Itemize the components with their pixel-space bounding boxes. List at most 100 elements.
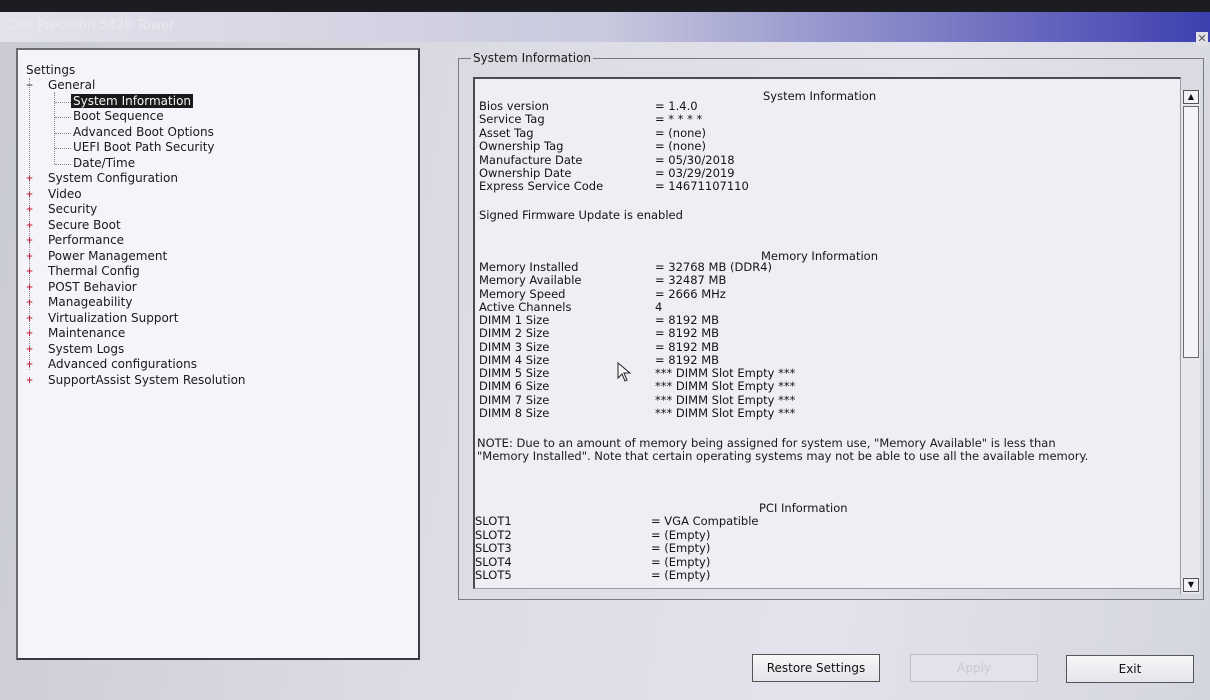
expand-icon[interactable]: + xyxy=(25,237,34,246)
expand-icon[interactable]: + xyxy=(25,330,34,339)
tree-item-security[interactable]: Security xyxy=(48,202,97,216)
tree-item-boot-sequence[interactable]: Boot Sequence xyxy=(73,109,164,123)
expand-icon[interactable]: + xyxy=(25,299,34,308)
pci-slot-label: SLOT2 xyxy=(475,527,512,542)
memory-label: DIMM 5 Size xyxy=(479,366,550,380)
expand-icon[interactable]: + xyxy=(25,315,34,324)
pci-slot-label: SLOT1 xyxy=(475,514,512,528)
memory-label: DIMM 1 Size xyxy=(479,313,550,327)
restore-settings-button[interactable]: Restore Settings xyxy=(752,654,880,682)
pci-slot-value: = (Empty) xyxy=(651,554,711,569)
title-bar: Dell Precision 5820 Tower xyxy=(0,12,1210,42)
memory-value: = 8192 MB xyxy=(655,352,720,367)
memory-label: Memory Installed xyxy=(479,260,579,274)
tree-item-advanced-configurations[interactable]: Advanced configurations xyxy=(48,357,197,371)
tree-item-thermal-config[interactable]: Thermal Config xyxy=(48,264,140,278)
close-icon[interactable]: ✕ xyxy=(1196,32,1208,46)
info-value: = 1.4.0 xyxy=(655,99,698,113)
memory-value: = 2666 MHz xyxy=(655,286,726,301)
scroll-up-icon[interactable]: ▲ xyxy=(1183,90,1199,104)
memory-value: 4 xyxy=(655,299,663,314)
tree-item-post-behavior[interactable]: POST Behavior xyxy=(48,280,137,294)
tree-item-general[interactable]: General xyxy=(48,78,95,92)
expand-icon[interactable]: + xyxy=(25,222,34,231)
expand-icon[interactable]: + xyxy=(25,346,34,355)
tree-item-date-time[interactable]: Date/Time xyxy=(73,156,135,170)
memory-label: DIMM 3 Size xyxy=(479,339,550,354)
tree-item-advanced-boot-options[interactable]: Advanced Boot Options xyxy=(73,125,214,139)
system-information-group: System Information System Information Bio… xyxy=(458,51,1204,600)
tree-item-manageability[interactable]: Manageability xyxy=(48,295,132,309)
window-title: Dell Precision 5820 Tower xyxy=(8,18,175,33)
memory-label: DIMM 4 Size xyxy=(479,352,550,367)
memory-value: *** DIMM Slot Empty *** xyxy=(655,392,796,407)
tree-item-performance[interactable]: Performance xyxy=(48,233,124,247)
expand-icon[interactable]: + xyxy=(25,191,34,200)
tree-item-uefi-boot-path-security[interactable]: UEFI Boot Path Security xyxy=(73,140,215,154)
memory-label: DIMM 8 Size xyxy=(479,405,550,420)
info-value: = * * * * xyxy=(655,112,703,127)
expand-icon[interactable]: + xyxy=(25,377,34,386)
info-value: = 14671107110 xyxy=(655,179,749,194)
tree-item-system-configuration[interactable]: System Configuration xyxy=(48,171,178,185)
memory-info-heading: Memory Information xyxy=(761,249,878,263)
tree-item-system-logs[interactable]: System Logs xyxy=(48,342,124,356)
memory-note: NOTE: Due to an amount of memory being a… xyxy=(477,436,1089,463)
info-label: Ownership Date xyxy=(479,166,572,180)
collapse-icon[interactable]: − xyxy=(25,82,34,91)
tree-item-supportassist-system-resolution[interactable]: SupportAssist System Resolution xyxy=(48,373,246,387)
memory-value: *** DIMM Slot Empty *** xyxy=(655,405,796,420)
pci-slot-label: SLOT4 xyxy=(475,554,512,569)
expand-icon[interactable]: + xyxy=(25,268,34,277)
info-value: = (none) xyxy=(655,139,706,154)
memory-value: = 8192 MB xyxy=(655,339,720,354)
tree-item-system-information[interactable]: System Information xyxy=(71,94,194,108)
expand-icon[interactable]: + xyxy=(25,175,34,184)
info-label: Ownership Tag xyxy=(479,139,564,154)
info-label: Asset Tag xyxy=(479,125,534,140)
system-information-panel: System Information Bios version = 1.4.0 Ser… xyxy=(473,77,1181,589)
info-scrollbar[interactable]: ▲ ▼ xyxy=(1180,90,1200,594)
pci-slot-value: = (Empty) xyxy=(651,541,711,556)
settings-tree: Settings − General System Information Boot … xyxy=(16,48,420,660)
memory-label: Memory Speed xyxy=(479,286,566,301)
tree-item-video[interactable]: Video xyxy=(48,187,82,201)
expand-icon[interactable]: + xyxy=(25,361,34,370)
scroll-thumb[interactable] xyxy=(1183,106,1199,358)
memory-label: DIMM 2 Size xyxy=(479,326,550,341)
memory-label: DIMM 6 Size xyxy=(479,379,550,394)
info-label: Manufacture Date xyxy=(479,152,583,167)
expand-icon[interactable]: + xyxy=(25,206,34,215)
info-value: = 05/30/2018 xyxy=(655,152,735,167)
memory-value: = 8192 MB xyxy=(655,313,720,327)
tree-item-secure-boot[interactable]: Secure Boot xyxy=(48,218,121,232)
memory-value: *** DIMM Slot Empty *** xyxy=(655,366,796,380)
pci-slot-value: = (Empty) xyxy=(651,527,711,542)
apply-button[interactable]: Apply xyxy=(910,654,1038,682)
pci-slot-label: SLOT5 xyxy=(475,568,512,583)
pci-slot-value: = VGA Compatible xyxy=(651,514,759,528)
memory-label: Active Channels xyxy=(479,299,572,314)
mouse-cursor-icon xyxy=(617,362,632,382)
memory-value: *** DIMM Slot Empty *** xyxy=(655,379,796,394)
group-title: System Information xyxy=(471,51,594,65)
scroll-down-icon[interactable]: ▼ xyxy=(1183,578,1199,592)
firmware-status: Signed Firmware Update is enabled xyxy=(479,208,683,222)
memory-value: = 32768 MB (DDR4) xyxy=(655,260,772,274)
info-value: = (none) xyxy=(655,125,706,140)
info-value: = 03/29/2019 xyxy=(655,166,735,180)
pci-info-heading: PCI Information xyxy=(759,501,848,515)
pci-slot-value: = (Empty) xyxy=(651,568,711,583)
pci-slot-label: SLOT3 xyxy=(475,541,512,556)
tree-item-power-management[interactable]: Power Management xyxy=(48,249,167,263)
expand-icon[interactable]: + xyxy=(25,253,34,262)
memory-label: Memory Available xyxy=(479,273,582,288)
tree-item-virtualization-support[interactable]: Virtualization Support xyxy=(48,311,178,325)
system-info-heading: System Information xyxy=(763,89,877,103)
expand-icon[interactable]: + xyxy=(25,284,34,293)
exit-button[interactable]: Exit xyxy=(1066,655,1194,683)
memory-label: DIMM 7 Size xyxy=(479,392,550,407)
memory-value: = 32487 MB xyxy=(655,273,727,288)
tree-item-maintenance[interactable]: Maintenance xyxy=(48,326,125,340)
memory-value: = 8192 MB xyxy=(655,326,720,341)
